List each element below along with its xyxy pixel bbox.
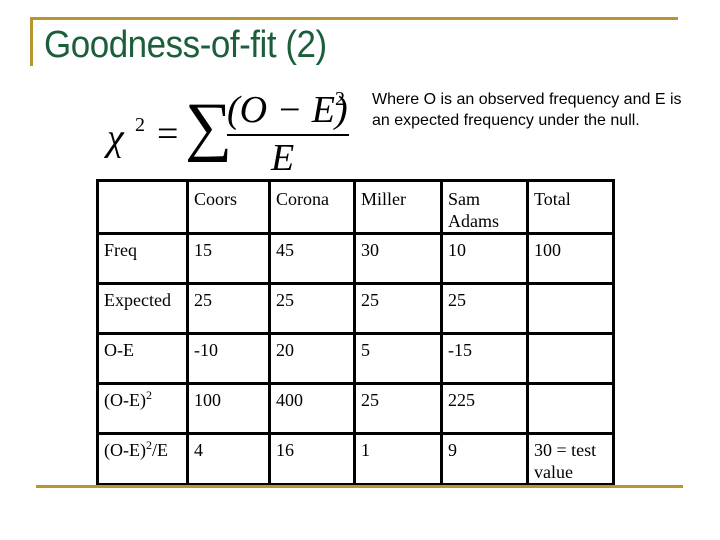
row-label: Expected (96, 282, 189, 335)
row-label-suffix: /E (151, 440, 168, 460)
test-value-cell: 30 = test value (526, 432, 615, 486)
table-cell: 1 (353, 432, 443, 486)
title-left-rule (30, 17, 33, 66)
row-label: (O-E)2/E (96, 432, 189, 486)
formula-explanation: Where O is an observed frequency and E i… (372, 91, 682, 129)
footer-rule (36, 485, 683, 488)
table-cell: 45 (268, 232, 356, 285)
table-cell: 25 (186, 282, 271, 335)
table-cell: 20 (268, 332, 356, 385)
table-cell: -15 (440, 332, 529, 385)
table-row: O-E -10 20 5 -15 (96, 332, 615, 385)
table-cell: 9 (440, 432, 529, 486)
table-cell: 25 (440, 282, 529, 335)
table-cell: 100 (526, 232, 615, 285)
header-cell: Sam Adams (440, 179, 529, 235)
formula-equals: = (157, 113, 179, 155)
row-label-text: O-E (104, 340, 134, 360)
row-label-text: (O-E) (104, 390, 146, 410)
formula-denominator: E (271, 137, 295, 179)
formula-numerator-exponent: 2 (335, 88, 345, 110)
table-cell: 5 (353, 332, 443, 385)
slide-title: Goodness-of-fit (2) (44, 24, 327, 66)
chi-square-formula: χ 2 = ∑ (O − E) 2 E (105, 86, 365, 179)
row-label-text: Freq (104, 240, 137, 260)
formula-chi: χ (107, 117, 124, 159)
table-cell: 10 (440, 232, 529, 285)
table-cell: 25 (268, 282, 356, 335)
table-row: (O-E)2/E 4 16 1 9 30 = test value (96, 432, 615, 486)
table-cell (526, 382, 615, 435)
header-cell (96, 179, 189, 235)
table-row: Freq 15 45 30 10 100 (96, 232, 615, 285)
row-label-exponent: 2 (145, 388, 152, 402)
table-cell: 16 (268, 432, 356, 486)
goodness-of-fit-table: Coors Corona Miller Sam Adams Total Freq… (96, 179, 615, 486)
formula-numerator: (O − E) (227, 89, 348, 131)
row-label: Freq (96, 232, 189, 285)
table-cell: 225 (440, 382, 529, 435)
header-cell: Corona (268, 179, 356, 235)
formula-sum-symbol: ∑ (185, 90, 233, 163)
row-label: (O-E)2 (96, 382, 189, 435)
header-cell: Miller (353, 179, 443, 235)
title-top-rule (30, 17, 678, 20)
table-row: (O-E)2 100 400 25 225 (96, 382, 615, 435)
table-cell: 4 (186, 432, 271, 486)
formula-chi-exponent: 2 (135, 114, 145, 136)
header-cell: Coors (186, 179, 271, 235)
row-label: O-E (96, 332, 189, 385)
table-cell: 400 (268, 382, 356, 435)
table-header-row: Coors Corona Miller Sam Adams Total (96, 179, 615, 235)
row-label-text: (O-E) (104, 440, 146, 460)
table-cell: -10 (186, 332, 271, 385)
table-cell: 30 (353, 232, 443, 285)
header-cell: Total (526, 179, 615, 235)
table-cell: 25 (353, 382, 443, 435)
table-cell: 100 (186, 382, 271, 435)
table-row: Expected 25 25 25 25 (96, 282, 615, 335)
row-label-text: Expected (104, 290, 171, 310)
table-cell: 15 (186, 232, 271, 285)
table-cell: 25 (353, 282, 443, 335)
table-cell (526, 282, 615, 335)
table-cell (526, 332, 615, 385)
